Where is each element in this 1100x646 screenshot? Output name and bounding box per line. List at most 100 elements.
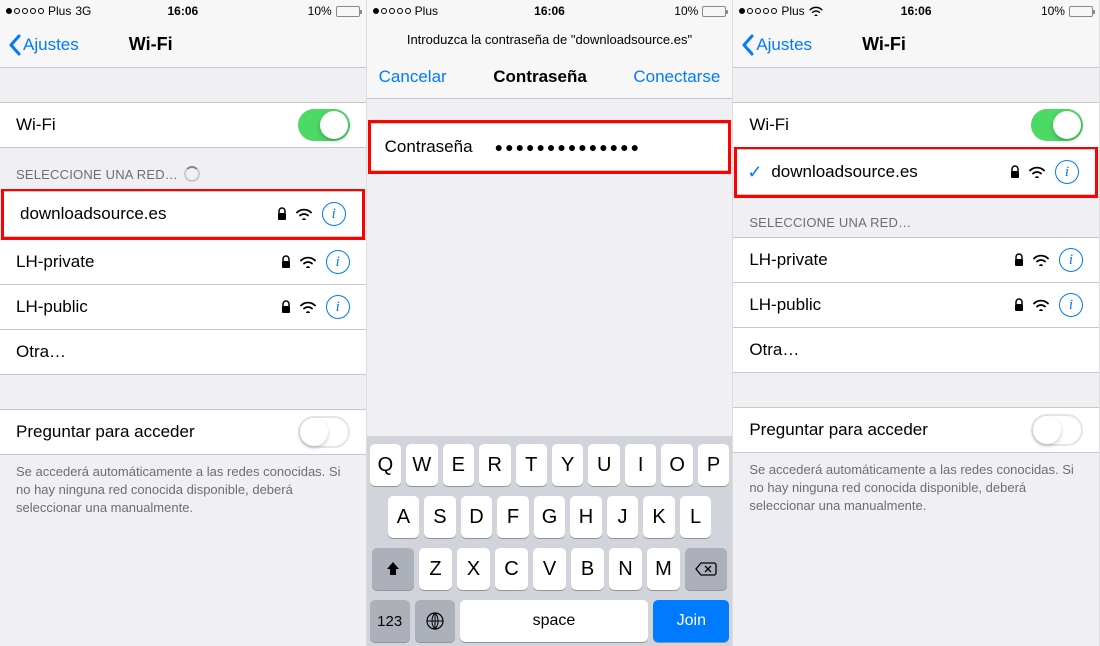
key-k[interactable]: K bbox=[643, 496, 675, 538]
join-key[interactable]: Join bbox=[653, 600, 729, 642]
key-t[interactable]: T bbox=[516, 444, 547, 486]
key-f[interactable]: F bbox=[497, 496, 529, 538]
network-name: LH-private bbox=[16, 252, 280, 272]
status-bar: Plus 16:06 10% bbox=[733, 0, 1099, 22]
back-button[interactable]: Ajustes bbox=[741, 34, 812, 56]
key-q[interactable]: Q bbox=[370, 444, 401, 486]
ask-label: Preguntar para acceder bbox=[749, 420, 1031, 440]
key-n[interactable]: N bbox=[609, 548, 642, 590]
password-field-row[interactable]: Contraseña ●●●●●●●●●●●●●● bbox=[371, 123, 729, 171]
lock-icon bbox=[276, 207, 288, 221]
key-m[interactable]: M bbox=[647, 548, 680, 590]
page-title: Wi-Fi bbox=[129, 34, 173, 55]
battery-icon bbox=[1069, 6, 1093, 17]
key-d[interactable]: D bbox=[461, 496, 493, 538]
page-title: Wi-Fi bbox=[862, 34, 906, 55]
key-l[interactable]: L bbox=[680, 496, 712, 538]
back-button[interactable]: Ajustes bbox=[8, 34, 79, 56]
key-c[interactable]: C bbox=[495, 548, 528, 590]
other-label: Otra… bbox=[16, 342, 350, 362]
info-icon[interactable]: i bbox=[326, 295, 350, 319]
network-row[interactable]: downloadsource.es i bbox=[4, 191, 362, 237]
info-icon[interactable]: i bbox=[322, 202, 346, 226]
status-time: 16:06 bbox=[534, 4, 565, 18]
info-icon[interactable]: i bbox=[1059, 248, 1083, 272]
ask-toggle[interactable] bbox=[1031, 414, 1083, 446]
password-input[interactable]: ●●●●●●●●●●●●●● bbox=[495, 139, 641, 155]
network-name: downloadsource.es bbox=[20, 204, 276, 224]
shift-key[interactable] bbox=[372, 548, 414, 590]
key-p[interactable]: P bbox=[698, 444, 729, 486]
key-j[interactable]: J bbox=[607, 496, 639, 538]
key-o[interactable]: O bbox=[661, 444, 692, 486]
signal-dots-icon bbox=[6, 8, 44, 14]
key-v[interactable]: V bbox=[533, 548, 566, 590]
carrier-label: Plus bbox=[415, 4, 438, 18]
key-e[interactable]: E bbox=[443, 444, 474, 486]
numbers-key[interactable]: 123 bbox=[370, 600, 410, 642]
section-header-networks: SELECCIONE UNA RED… bbox=[0, 148, 366, 190]
key-z[interactable]: Z bbox=[419, 548, 452, 590]
wifi-toggle[interactable] bbox=[298, 109, 350, 141]
lock-icon bbox=[1009, 165, 1021, 179]
network-row[interactable]: LH-public i bbox=[0, 284, 366, 330]
network-row[interactable]: LH-private i bbox=[733, 237, 1099, 283]
wifi-settings-screen: Plus 3G 16:06 10% Ajustes Wi-Fi Wi-Fi SE… bbox=[0, 0, 367, 646]
network-type: 3G bbox=[75, 4, 91, 18]
key-y[interactable]: Y bbox=[552, 444, 583, 486]
info-icon[interactable]: i bbox=[326, 250, 350, 274]
keyboard: Q W E R T Y U I O P A S D F G H J K L Z bbox=[367, 436, 733, 646]
highlight-annotation: downloadsource.es i bbox=[1, 189, 365, 240]
info-icon[interactable]: i bbox=[1055, 160, 1079, 184]
other-label: Otra… bbox=[749, 340, 1083, 360]
network-name: downloadsource.es bbox=[771, 162, 1009, 182]
key-h[interactable]: H bbox=[570, 496, 602, 538]
content: Wi-Fi SELECCIONE UNA RED… downloadsource… bbox=[0, 68, 366, 646]
connected-network-row[interactable]: ✓ downloadsource.es i bbox=[737, 149, 1095, 195]
password-title: Contraseña bbox=[493, 67, 587, 87]
other-network-row[interactable]: Otra… bbox=[0, 329, 366, 375]
ask-label: Preguntar para acceder bbox=[16, 422, 298, 442]
signal-dots-icon bbox=[373, 8, 411, 14]
ask-toggle[interactable] bbox=[298, 416, 350, 448]
network-name: LH-private bbox=[749, 250, 1013, 270]
carrier-label: Plus bbox=[781, 4, 804, 18]
wifi-connected-screen: Plus 16:06 10% Ajustes Wi-Fi Wi-Fi ✓ dow… bbox=[733, 0, 1100, 646]
key-r[interactable]: R bbox=[479, 444, 510, 486]
wifi-signal-icon bbox=[300, 256, 316, 268]
wifi-label: Wi-Fi bbox=[16, 115, 298, 135]
lock-icon bbox=[1013, 253, 1025, 267]
space-key[interactable]: space bbox=[460, 600, 649, 642]
network-row[interactable]: LH-private i bbox=[0, 239, 366, 285]
connect-button[interactable]: Conectarse bbox=[633, 67, 720, 87]
other-network-row[interactable]: Otra… bbox=[733, 327, 1099, 373]
key-g[interactable]: G bbox=[534, 496, 566, 538]
cancel-button[interactable]: Cancelar bbox=[379, 67, 447, 87]
footer-help-text: Se accederá automáticamente a las redes … bbox=[0, 455, 366, 526]
key-s[interactable]: S bbox=[424, 496, 456, 538]
key-x[interactable]: X bbox=[457, 548, 490, 590]
key-a[interactable]: A bbox=[388, 496, 420, 538]
wifi-toggle[interactable] bbox=[1031, 109, 1083, 141]
wifi-signal-icon bbox=[296, 208, 312, 220]
key-w[interactable]: W bbox=[406, 444, 437, 486]
lock-icon bbox=[280, 300, 292, 314]
network-row[interactable]: LH-public i bbox=[733, 282, 1099, 328]
globe-icon bbox=[425, 611, 445, 631]
battery-icon bbox=[336, 6, 360, 17]
nav-header: Ajustes Wi-Fi bbox=[733, 22, 1099, 68]
shift-icon bbox=[384, 560, 402, 578]
backspace-key[interactable] bbox=[685, 548, 727, 590]
content: Wi-Fi ✓ downloadsource.es i SELECCIONE U… bbox=[733, 68, 1099, 646]
password-prompt-text: Introduzca la contraseña de "downloadsou… bbox=[367, 22, 733, 55]
wifi-toggle-row: Wi-Fi bbox=[0, 102, 366, 148]
key-u[interactable]: U bbox=[588, 444, 619, 486]
checkmark-icon: ✓ bbox=[747, 162, 771, 183]
globe-key[interactable] bbox=[415, 600, 455, 642]
key-b[interactable]: B bbox=[571, 548, 604, 590]
info-icon[interactable]: i bbox=[1059, 293, 1083, 317]
lock-icon bbox=[280, 255, 292, 269]
key-i[interactable]: I bbox=[625, 444, 656, 486]
battery-percent: 10% bbox=[1041, 4, 1065, 18]
chevron-left-icon bbox=[8, 34, 21, 56]
